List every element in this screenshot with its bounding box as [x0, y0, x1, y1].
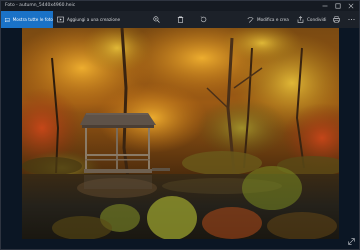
toolbar: Mostra tutte le foto Aggiungi a una crea… — [1, 11, 359, 28]
show-all-photos-button[interactable]: Mostra tutte le foto — [1, 11, 53, 28]
maximize-icon — [335, 3, 341, 9]
delete-button[interactable] — [177, 11, 184, 28]
share-button[interactable]: Condividi — [297, 11, 326, 28]
zoom-button[interactable] — [153, 11, 160, 28]
title-bar: Foto - autumn_5440x4960.heic — [1, 1, 359, 11]
edit-icon — [247, 17, 254, 23]
edit-and-create-button[interactable]: Modifica e crea — [247, 11, 289, 28]
photos-icon — [5, 17, 10, 22]
window-title: Foto - autumn_5440x4960.heic — [5, 3, 76, 8]
add-creation-icon — [57, 16, 64, 23]
photos-app-window: Foto - autumn_5440x4960.heic Mostra tutt… — [0, 0, 360, 250]
close-icon — [348, 3, 354, 9]
show-all-photos-label: Mostra tutte le foto — [12, 17, 53, 22]
fullscreen-button[interactable] — [346, 236, 356, 246]
close-button[interactable] — [345, 1, 357, 11]
fit-expand-icon — [347, 237, 355, 245]
minimize-button[interactable] — [319, 1, 331, 11]
more-options-button[interactable] — [348, 11, 355, 28]
edit-and-create-label: Modifica e crea — [257, 17, 289, 22]
more-icon — [348, 18, 355, 21]
minimize-icon — [322, 5, 328, 7]
maximize-button[interactable] — [332, 1, 344, 11]
zoom-icon — [153, 16, 160, 23]
photo-viewer — [1, 28, 359, 249]
share-icon — [297, 16, 304, 23]
rotate-icon — [200, 16, 207, 23]
autumn-lake-photo — [22, 28, 339, 239]
trash-icon — [177, 16, 184, 23]
print-icon — [333, 16, 340, 23]
share-label: Condividi — [307, 17, 327, 22]
print-button[interactable] — [333, 11, 340, 28]
rotate-button[interactable] — [200, 11, 207, 28]
add-to-creation-label: Aggiungi a una creazione — [67, 17, 121, 22]
add-to-creation-button[interactable]: Aggiungi a una creazione — [57, 11, 120, 28]
